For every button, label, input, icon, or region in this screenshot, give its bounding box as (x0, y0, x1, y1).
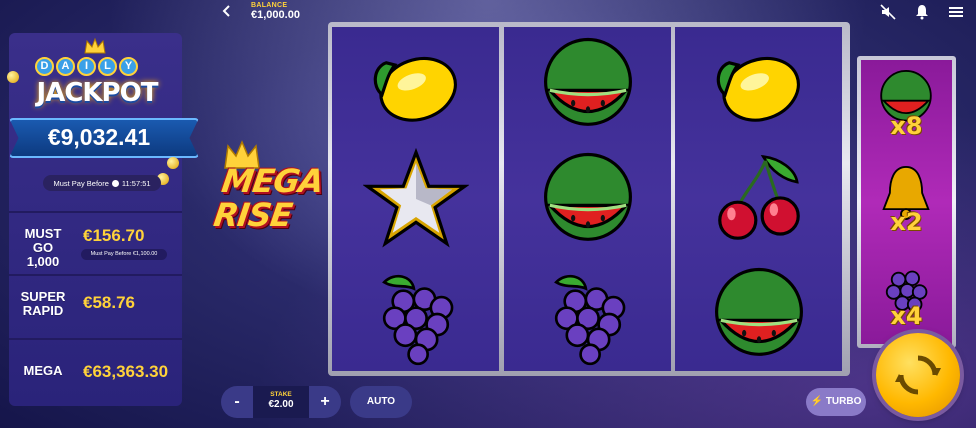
jackpot-amount: €58.76 (83, 293, 135, 312)
lemon-icon (675, 27, 842, 141)
jackpot-title: JACKPOT (36, 78, 159, 108)
multiplier-label: x4 (890, 302, 923, 330)
notification-bell-icon[interactable] (914, 4, 930, 20)
menu-icon[interactable] (948, 4, 964, 20)
stake-increase-button[interactable]: + (309, 386, 341, 418)
daily-letter: L (98, 57, 117, 76)
daily-letter: A (56, 57, 75, 76)
stake-decrease-button[interactable]: - (221, 386, 253, 418)
star-icon (332, 142, 499, 256)
must-pay-pill: Must Pay Before 11:57:51 (43, 175, 161, 191)
clock-icon (111, 179, 119, 187)
coin-icon (167, 157, 179, 169)
jackpot-panel: D A I L Y JACKPOT €9,032.41 Must Pay Bef… (7, 33, 199, 406)
mega-rise-line1: MEGA (219, 162, 326, 200)
jackpot-name: 1,000 (26, 254, 60, 269)
balance-display: BALANCE €1,000.00 (251, 2, 300, 21)
daily-letter: I (77, 57, 96, 76)
stake-label: STAKE (270, 391, 292, 398)
watermelon-icon (504, 27, 671, 141)
watermelon-icon (675, 257, 842, 371)
lemon-icon (332, 27, 499, 141)
multiplier-label: x8 (890, 112, 923, 140)
watermelon-icon (504, 142, 671, 256)
must-pay-label: Must Pay Before (53, 178, 109, 188)
reel-2 (504, 27, 671, 371)
multiplier-cell: x4 (861, 250, 952, 344)
stake-display: STAKE €2.00 (253, 386, 309, 418)
daily-letter: Y (119, 57, 138, 76)
crown-icon (84, 37, 106, 54)
jackpot-name: SUPER (20, 289, 66, 304)
back-arrow-icon[interactable] (220, 4, 234, 18)
jackpot-amount: €156.70 (83, 226, 145, 245)
multiplier-strip: x8 x2 x4 (857, 56, 956, 348)
turbo-label: TURBO (825, 396, 862, 407)
mega-rise-line2: RISE (211, 196, 295, 234)
reel-3 (675, 27, 842, 371)
turbo-button[interactable]: ⚡ TURBO (806, 388, 866, 416)
multiplier-cell: x2 (861, 156, 952, 250)
coin-icon (7, 71, 19, 83)
multiplier-cell: x8 (861, 60, 952, 154)
grapes-icon (332, 257, 499, 371)
daily-letter: D (35, 57, 54, 76)
spin-arrows-icon (895, 355, 941, 395)
jackpot-row-must-go: MUST GO 1,000 €156.70 Must Pay Before €1… (9, 211, 182, 271)
cherries-icon (675, 142, 842, 256)
jackpot-amount: €63,363.30 (83, 362, 169, 381)
mega-rise-logo: MEGA RISE (206, 140, 346, 250)
reel-1 (332, 27, 499, 371)
spin-button[interactable] (876, 333, 960, 417)
jackpot-name: MEGA (23, 363, 63, 378)
must-pay-before-pill: Must Pay Before €1,100.00 (81, 249, 167, 260)
stake-value: €2.00 (268, 399, 294, 410)
must-pay-time: 11:57:51 (121, 178, 151, 188)
jackpot-row-super-rapid: SUPER RAPID €58.76 (9, 274, 182, 334)
reel-frame (328, 22, 850, 376)
stake-control: - STAKE €2.00 + (221, 386, 341, 418)
sound-muted-icon[interactable] (880, 4, 896, 20)
balance-value: €1,000.00 (251, 9, 300, 21)
daily-jackpot: D A I L Y JACKPOT €9,032.41 Must Pay Bef… (7, 33, 199, 205)
grapes-icon (504, 257, 671, 371)
multiplier-label: x2 (890, 208, 923, 236)
lightning-icon: ⚡ (810, 396, 824, 407)
autoplay-button[interactable]: AUTO (350, 386, 412, 418)
jackpot-name: RAPID (22, 303, 64, 318)
jackpot-name: MUST GO (24, 226, 62, 255)
daily-jackpot-amount: €9,032.41 (47, 124, 151, 150)
balance-label: BALANCE (251, 2, 288, 9)
jackpot-row-mega: MEGA €63,363.30 (9, 338, 182, 398)
daily-letters: D A I L Y (35, 57, 138, 76)
